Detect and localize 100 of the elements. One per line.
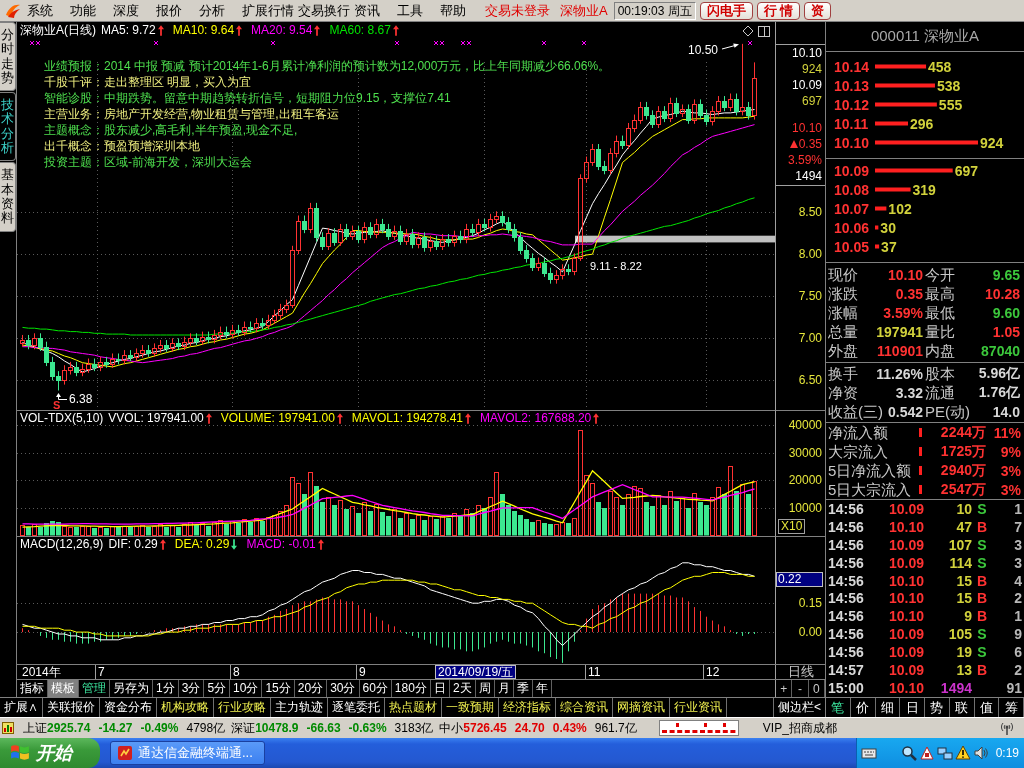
- menu-item[interactable]: 系统: [25, 1, 68, 20]
- side-tab[interactable]: 基本资料: [0, 162, 16, 232]
- menu-item[interactable]: 交易换行: [296, 1, 352, 20]
- trade-price: 10.09: [887, 554, 924, 571]
- stat-label: PE(动): [925, 403, 970, 420]
- ask-volume: 296: [910, 115, 934, 132]
- bid-volume: 319: [912, 181, 936, 198]
- keyboard-icon[interactable]: [861, 745, 877, 761]
- stat-value: 0.35: [895, 285, 923, 302]
- period-label: 日线: [787, 663, 814, 681]
- info-note: 业绩预报：2014 中报 预减 预计2014年1-6月累计净利润的预计数为12,000万元，比上年同期减少66.06%。: [44, 58, 611, 74]
- toolbar-tab[interactable]: 模板: [48, 680, 79, 697]
- bar: [692, 493, 697, 536]
- flow-percent: 3%: [999, 462, 1021, 479]
- trade-price: 10.09: [887, 536, 924, 553]
- chart-bars-icon: [2, 722, 14, 734]
- warning-icon[interactable]: [955, 745, 971, 761]
- ask-volume: 538: [936, 77, 961, 94]
- network-icon[interactable]: [937, 745, 953, 761]
- bar: [422, 520, 427, 536]
- bar: [374, 504, 379, 536]
- cross-marker-icon: [270, 40, 276, 46]
- trade-price: 10.09: [887, 644, 924, 661]
- trade-time: 14:56: [828, 518, 865, 535]
- side-tab[interactable]: 分时走势: [0, 22, 16, 92]
- flow-value: 2547万: [939, 480, 986, 499]
- menu-item[interactable]: 资讯: [352, 1, 395, 20]
- toolbar-tab[interactable]: 10分: [230, 680, 263, 697]
- menu-item[interactable]: 深度: [111, 1, 154, 20]
- date-label: 7: [95, 665, 107, 679]
- toolbar-tab[interactable]: 指标: [17, 680, 48, 697]
- stat-label: 外盘: [828, 342, 858, 359]
- bar: [206, 526, 211, 536]
- bar: [740, 484, 745, 536]
- signal-icon[interactable]: [1000, 721, 1014, 735]
- toolbar-tab[interactable]: 1分: [153, 680, 179, 697]
- toolbar-button[interactable]: 闪电手: [699, 1, 753, 20]
- menu-item[interactable]: 帮助: [438, 1, 481, 20]
- trade-count: 2: [1013, 590, 1022, 607]
- stat-value: 197941: [876, 323, 923, 340]
- axis-tick-label: 0.15: [798, 595, 822, 612]
- axis-tick-label: 7.00: [798, 330, 822, 347]
- menu-item[interactable]: 分析: [197, 1, 240, 20]
- speaker-icon[interactable]: [973, 745, 989, 761]
- bar: [734, 491, 739, 536]
- split-view-icon[interactable]: [758, 26, 770, 37]
- ask-volume: 458: [928, 58, 952, 75]
- bar: [200, 523, 205, 536]
- menu-item[interactable]: 工具: [395, 1, 438, 20]
- menu-item[interactable]: 功能: [68, 1, 111, 20]
- date-label: 8: [230, 665, 242, 679]
- info-note: 出千概念：预盈预增深圳本地: [44, 138, 200, 154]
- tray-app-icon[interactable]: [919, 745, 935, 761]
- low-price-label: 6.38: [69, 392, 93, 406]
- side-tab[interactable]: 技术分析: [0, 92, 16, 162]
- bar: [416, 515, 421, 536]
- axis-tick-label: 20000: [788, 472, 822, 489]
- trade-time: 14:56: [828, 554, 865, 571]
- trade-volume: 1494: [939, 680, 972, 697]
- bar: [104, 528, 109, 536]
- toolbar-tab[interactable]: 管理: [79, 680, 110, 697]
- trade-time: 14:56: [828, 500, 865, 517]
- candlestick: [752, 61, 757, 121]
- axis-tick-label: 10000: [788, 499, 822, 516]
- stat-label: 最低: [925, 304, 955, 321]
- info-note: 主题概念：股东减少,高毛利,半年预盈,现金不足,: [44, 122, 298, 138]
- indicator-value: MA5: 9.72: [101, 23, 156, 37]
- bar: [146, 527, 151, 536]
- bar: [674, 501, 679, 536]
- chart-title: MACD(12,26,9): [20, 537, 104, 551]
- trade-side: S: [977, 536, 987, 553]
- bar: [728, 466, 733, 536]
- search-icon[interactable]: [901, 745, 917, 761]
- indicator-value: MA20: 9.54: [251, 23, 313, 37]
- bar: [26, 527, 31, 536]
- toolbar-button[interactable]: 行 情: [756, 1, 801, 20]
- indicator-value: MA10: 9.64: [172, 23, 235, 37]
- depth-bar: [875, 244, 880, 249]
- indicator-value: DIF: 0.29: [108, 537, 158, 551]
- turnover-amount: 4798亿: [186, 719, 226, 737]
- trade-volume: 10: [955, 500, 972, 517]
- diamond-icon[interactable]: [742, 25, 754, 37]
- quote-value: 10.09: [791, 78, 822, 92]
- index-change: -66.63: [306, 721, 341, 735]
- info-note: 主营业务：房地产开发经营,物业租赁与管理,出租车客运: [44, 106, 339, 122]
- stat-value: 11.26%: [876, 365, 923, 382]
- index-name: 上证: [23, 719, 47, 737]
- quote-value: 10.10: [791, 121, 822, 135]
- start-button[interactable]: 开始: [0, 738, 100, 768]
- bar: [746, 494, 751, 536]
- toolbar-tab[interactable]: 30分: [327, 680, 360, 697]
- trade-price: 10.09: [887, 626, 924, 643]
- stat-label: 净资: [828, 384, 858, 401]
- menu-item[interactable]: 报价: [154, 1, 197, 20]
- bar: [164, 527, 169, 536]
- indicator-value: MAVOL1: 194278.41: [351, 411, 464, 425]
- bid-volume: 697: [954, 162, 979, 179]
- menu-item[interactable]: 扩展行情: [240, 1, 296, 20]
- trade-side: S: [977, 554, 987, 571]
- toolbar-button[interactable]: 资: [804, 1, 832, 20]
